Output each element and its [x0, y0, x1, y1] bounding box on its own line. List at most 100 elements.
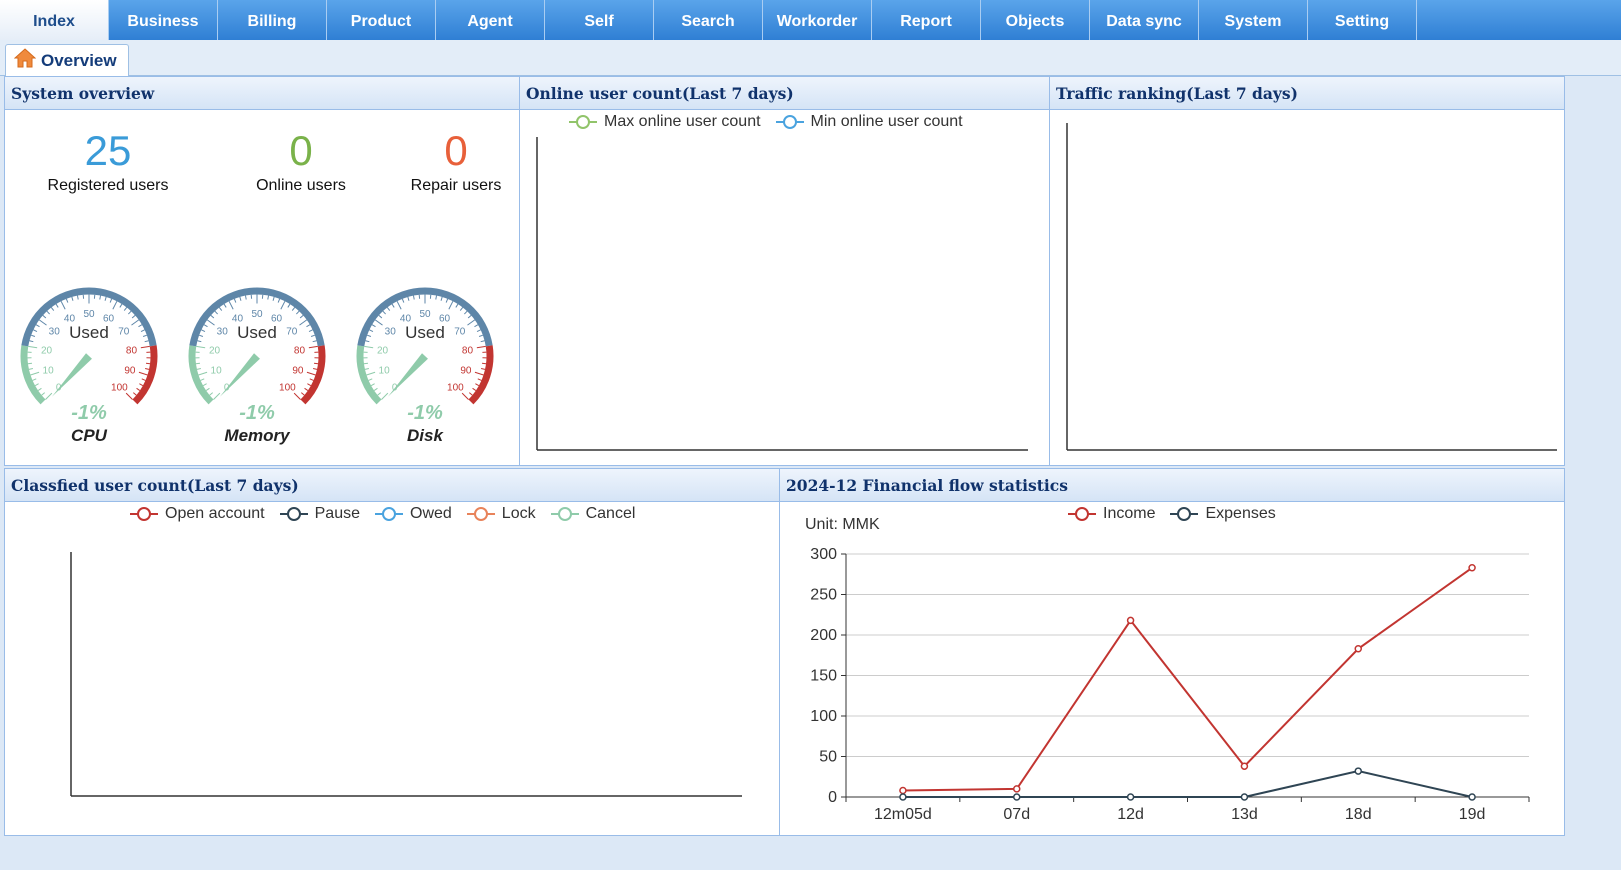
tab-overview[interactable]: Overview: [5, 44, 129, 76]
gauge-tick: [28, 345, 38, 349]
nav-item-workorder[interactable]: Workorder: [763, 0, 872, 40]
gauge-tick: [468, 392, 473, 396]
gauge-tick: [368, 378, 373, 381]
data-point: [899, 793, 907, 801]
gauge-tick: [34, 383, 39, 387]
gauge-tick-label: 50: [419, 309, 431, 320]
gauge-tick: [42, 314, 47, 319]
online-users-panel: Online user count(Last 7 days) Max onlin…: [519, 76, 1050, 466]
data-point: [1468, 564, 1476, 572]
gauge-tick: [210, 314, 215, 319]
gauge-tick: [136, 387, 141, 391]
y-tick-label: 100: [810, 708, 837, 725]
gauge-tick: [382, 310, 387, 315]
gauge-tick: [478, 334, 484, 337]
gauge-tick: [476, 345, 486, 349]
nav-item-business[interactable]: Business: [109, 0, 218, 40]
gauge-tick-label: 10: [379, 365, 391, 376]
gauge-tick-label: 100: [447, 382, 464, 393]
nav-item-index[interactable]: Index: [0, 0, 109, 40]
gauge-readout: -1%: [71, 402, 107, 424]
gauge-tick: [244, 295, 247, 300]
gauge-tick: [200, 378, 205, 381]
gauge-tick: [364, 345, 374, 349]
gauge-tick: [112, 300, 118, 310]
gauge-tick: [463, 310, 468, 315]
gauge-tick: [202, 383, 207, 387]
y-tick-label: 300: [810, 546, 837, 563]
gauge-tick: [99, 295, 102, 300]
stat-label: Online users: [256, 177, 346, 194]
gauge-tick: [218, 307, 223, 311]
nav-item-objects[interactable]: Objects: [981, 0, 1090, 40]
home-icon: [13, 48, 41, 73]
gauge-tick: [138, 324, 143, 328]
data-point: [899, 786, 907, 795]
gauge-tick: [37, 387, 42, 391]
gauge-name: Disk: [407, 426, 443, 445]
top-nav: Index Business Billing Product Agent Self Sear…: [0, 0, 1621, 40]
gauge-tick: [310, 334, 316, 337]
gauge-tick: [366, 371, 376, 376]
nav-item-setting[interactable]: Setting: [1308, 0, 1417, 40]
gauge-tick: [32, 378, 37, 381]
gauge-tick: [28, 368, 33, 370]
gauge-name: Memory: [224, 426, 290, 445]
gauge-tick: [50, 307, 55, 311]
panel-title: Classfied user count(Last 7 days): [5, 469, 779, 502]
gauge-tick: [233, 298, 237, 303]
gauge-tick: [138, 371, 148, 376]
nav-item-product[interactable]: Product: [327, 0, 436, 40]
gauge-tick: [401, 298, 405, 303]
gauge-center-label: Used: [69, 323, 109, 342]
nav-item-system[interactable]: System: [1199, 0, 1308, 40]
nav-item-agent[interactable]: Agent: [436, 0, 545, 40]
nav-item-report[interactable]: Report: [872, 0, 981, 40]
gauge-tick: [461, 392, 469, 400]
gauge-tick-label: 30: [49, 327, 61, 338]
gauge-pointer: [51, 353, 92, 397]
panel-title: Traffic ranking(Last 7 days): [1050, 77, 1564, 110]
panel-title: 2024-12 Financial flow statistics: [780, 469, 1564, 502]
nav-item-billing[interactable]: Billing: [218, 0, 327, 40]
nav-item-search[interactable]: Search: [654, 0, 763, 40]
gauge-tick-label: 80: [294, 345, 306, 356]
gauge-tick: [239, 296, 242, 301]
panel-title: Online user count(Last 7 days): [520, 77, 1049, 110]
financial-flow-panel: 2024-12 Financial flow statistics Unit: …: [779, 468, 1565, 836]
gauge-tick: [41, 392, 46, 396]
y-tick-label: 50: [819, 749, 837, 766]
gauge-tick: [272, 296, 275, 301]
traffic-ranking-panel: Traffic ranking(Last 7 days): [1049, 76, 1565, 466]
x-tick-label: 19d: [1459, 806, 1486, 823]
gauge-tick: [365, 340, 370, 343]
gauge-tick: [287, 303, 291, 308]
gauge-tick-label: 10: [211, 365, 223, 376]
gauge-tick: [370, 383, 375, 387]
gauge-tick: [140, 345, 150, 349]
gauge-pointer: [219, 353, 260, 397]
gauge-tick: [267, 295, 270, 300]
gauge-tick: [412, 295, 415, 300]
stat-label: Registered users: [47, 177, 169, 194]
gauge-tick: [448, 300, 454, 310]
gauge-tick: [363, 362, 369, 365]
gauge-tick: [472, 387, 477, 391]
gauge-tick-label: 70: [454, 327, 466, 338]
gauge-tick: [467, 314, 472, 319]
gauge-tick: [131, 314, 136, 319]
gauge-center-label: Used: [405, 323, 445, 342]
data-point: [1468, 793, 1476, 801]
panel-title: System overview: [5, 77, 519, 110]
gauge-cpu: 010203040 50 60708090100Used-1%: [20, 287, 158, 424]
gauge-tick: [313, 362, 319, 365]
nav-item-self[interactable]: Self: [545, 0, 654, 40]
gauge-tick: [455, 303, 459, 308]
gauge-tick: [477, 378, 482, 381]
gauge-tick: [223, 303, 227, 308]
gauge-tick: [306, 324, 311, 328]
data-point: [1013, 785, 1021, 793]
x-tick-label: 12d: [1117, 806, 1144, 823]
y-tick-label: 250: [810, 587, 837, 604]
nav-item-data-sync[interactable]: Data sync: [1090, 0, 1199, 40]
